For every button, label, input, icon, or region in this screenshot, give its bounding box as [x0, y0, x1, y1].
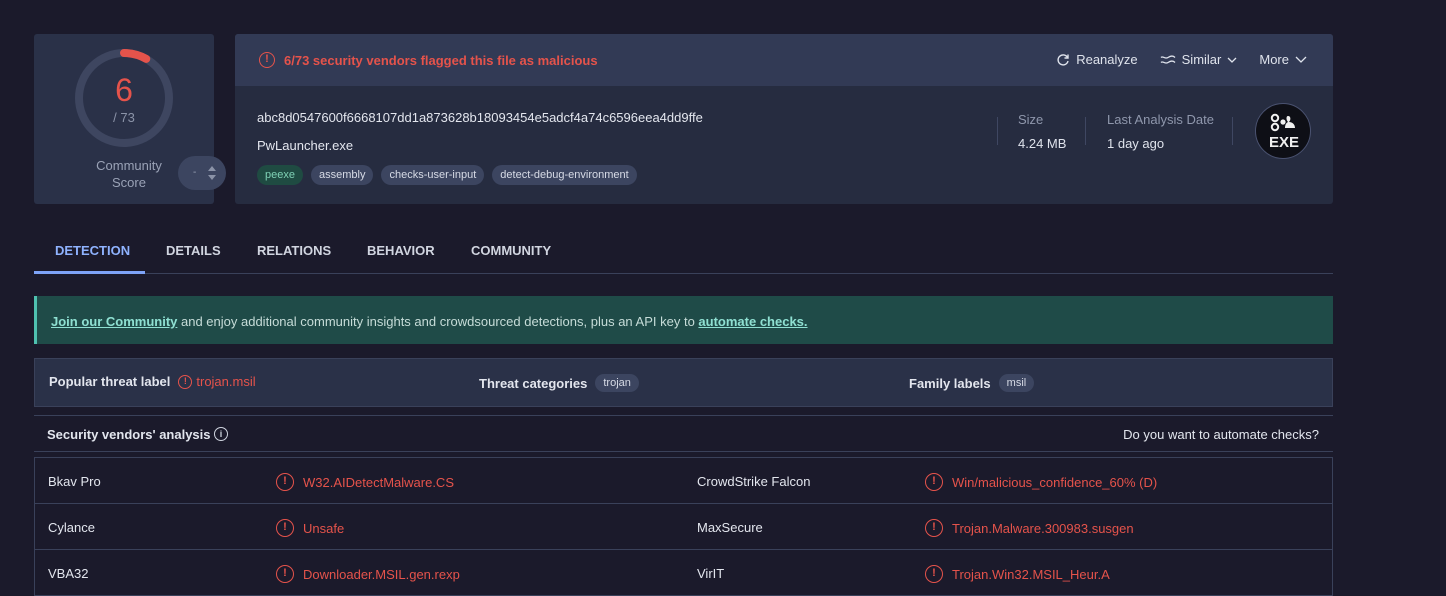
- community-score-label: Community Score: [96, 158, 162, 190]
- vendor-name: Cylance: [48, 520, 95, 535]
- exe-file-type-icon: EXE: [1255, 103, 1311, 159]
- vendor-name: Bkav Pro: [48, 474, 101, 489]
- file-hash[interactable]: abc8d0547600f6668107dd1a873628b18093454e…: [257, 110, 703, 125]
- detection-count: 6: [115, 72, 133, 108]
- similar-dropdown[interactable]: Similar: [1160, 52, 1238, 67]
- info-icon[interactable]: i: [214, 427, 228, 441]
- file-tags: peexe assembly checks-user-input detect-…: [257, 165, 637, 185]
- analysis-tabs: DETECTION DETAILS RELATIONS BEHAVIOR COM…: [34, 230, 1333, 274]
- vendor-result-text: Win/malicious_confidence_60% (D): [952, 474, 1158, 490]
- join-community-link[interactable]: Join our Community: [51, 314, 177, 329]
- vote-up-icon[interactable]: [208, 166, 216, 171]
- community-banner: Join our Community and enjoy additional …: [34, 296, 1333, 344]
- last-analysis-label: Last Analysis Date: [1107, 112, 1214, 127]
- alert-circle-icon: !: [925, 473, 943, 491]
- banner-text: and enjoy additional community insights …: [177, 314, 699, 329]
- tag-checks-user-input[interactable]: checks-user-input: [381, 165, 485, 185]
- table-row: VBA32 ! Downloader.MSIL.gen.rexp VirIT ! T…: [35, 550, 1332, 596]
- vendor-name: MaxSecure: [697, 520, 763, 535]
- community-score-stepper[interactable]: -: [178, 156, 226, 190]
- detection-total: / 73: [113, 110, 135, 125]
- chevron-down-icon: [1295, 56, 1307, 63]
- refresh-icon: [1057, 53, 1069, 66]
- tag-assembly[interactable]: assembly: [310, 165, 374, 185]
- alert-circle-icon: !: [925, 565, 943, 583]
- vendor-result-text: Unsafe: [303, 520, 345, 536]
- file-size-label: Size: [1018, 112, 1044, 127]
- tab-details[interactable]: DETAILS: [166, 243, 221, 258]
- vendor-result: ! Win/malicious_confidence_60% (D): [925, 473, 1157, 491]
- file-summary-header: ! 6/73 security vendors flagged this fil…: [235, 34, 1333, 86]
- vendor-result: ! W32.AIDetectMalware.CS: [276, 473, 454, 491]
- family-label-pill[interactable]: msil: [998, 374, 1035, 392]
- file-size: Size 4.24 MB: [1018, 112, 1066, 151]
- vendors-analysis-header: Security vendors' analysis i Do you want…: [34, 415, 1333, 452]
- alert-circle-icon: !: [259, 52, 275, 68]
- tab-relations[interactable]: RELATIONS: [257, 243, 331, 258]
- vendor-name: VirIT: [697, 566, 725, 581]
- vendor-name: CrowdStrike Falcon: [697, 474, 811, 489]
- vendor-result: ! Downloader.MSIL.gen.rexp: [276, 565, 460, 583]
- tab-community[interactable]: COMMUNITY: [471, 243, 551, 258]
- alert-circle-icon: !: [276, 473, 294, 491]
- vendor-result-text: Downloader.MSIL.gen.rexp: [303, 566, 460, 582]
- tab-detection[interactable]: DETECTION: [55, 243, 130, 258]
- file-summary-card: ! 6/73 security vendors flagged this fil…: [235, 34, 1333, 204]
- vote-down-icon[interactable]: [208, 175, 216, 180]
- vendor-result-text: Trojan.Win32.MSIL_Heur.A: [952, 566, 1110, 582]
- alert-circle-icon: !: [276, 565, 294, 583]
- popular-threat-label: Popular threat label ! trojan.msil: [49, 374, 256, 389]
- vendor-name: VBA32: [48, 566, 89, 581]
- last-analysis-date: Last Analysis Date 1 day ago: [1107, 112, 1214, 151]
- chevron-down-icon: [1227, 57, 1237, 63]
- exe-label: EXE: [1268, 134, 1299, 151]
- reanalyze-button[interactable]: Reanalyze: [1056, 52, 1138, 67]
- file-size-value: 4.24 MB: [1018, 136, 1067, 151]
- vendor-result: ! Trojan.Win32.MSIL_Heur.A: [925, 565, 1110, 583]
- threat-categories-key: Threat categories: [479, 375, 588, 391]
- popular-threat-key: Popular threat label: [49, 374, 171, 389]
- alert-circle-icon: !: [178, 374, 193, 389]
- file-name: PwLauncher.exe: [257, 138, 354, 153]
- popular-threat-value[interactable]: trojan.msil: [196, 374, 255, 389]
- threat-category-pill[interactable]: trojan: [595, 374, 639, 392]
- last-analysis-value: 1 day ago: [1107, 136, 1165, 151]
- vendor-result-text: W32.AIDetectMalware.CS: [303, 474, 454, 490]
- automate-checks-link[interactable]: automate checks.: [698, 314, 807, 329]
- active-tab-indicator: [34, 271, 145, 274]
- similar-label: Similar: [1181, 52, 1222, 67]
- vendor-result-text: Trojan.Malware.300983.susgen: [952, 520, 1134, 536]
- table-row: Cylance ! Unsafe MaxSecure ! Trojan.Malwar…: [35, 504, 1332, 550]
- divider: [1232, 117, 1233, 145]
- gear-icon: [1270, 113, 1295, 132]
- alert-circle-icon: !: [925, 519, 943, 537]
- tag-detect-debug-environment[interactable]: detect-debug-environment: [492, 165, 637, 185]
- vendors-analysis-title: Security vendors' analysis: [47, 427, 211, 442]
- detection-score-card: 6 / 73 Community Score -: [34, 34, 226, 204]
- divider: [1085, 117, 1086, 145]
- vendor-result: ! Trojan.Malware.300983.susgen: [925, 519, 1134, 537]
- automate-checks-prompt[interactable]: Do you want to automate checks?: [1123, 427, 1319, 442]
- tab-behavior[interactable]: BEHAVIOR: [367, 243, 435, 258]
- similar-icon: [1160, 54, 1176, 64]
- family-labels: Family labels msil: [909, 374, 1035, 392]
- threat-labels-bar: Popular threat label ! trojan.msil Threa…: [34, 358, 1333, 407]
- malicious-alert-text: 6/73 security vendors flagged this file …: [284, 53, 598, 68]
- alert-circle-icon: !: [276, 519, 294, 537]
- reanalyze-label: Reanalyze: [1076, 52, 1138, 67]
- divider: [997, 117, 998, 145]
- community-score-value: -: [193, 167, 197, 178]
- more-label: More: [1259, 52, 1289, 67]
- vendors-table: Bkav Pro ! W32.AIDetectMalware.CS CrowdSt…: [34, 457, 1333, 596]
- vendor-result: ! Unsafe: [276, 519, 344, 537]
- tag-peexe[interactable]: peexe: [257, 165, 303, 185]
- more-dropdown[interactable]: More: [1259, 52, 1307, 67]
- table-row: Bkav Pro ! W32.AIDetectMalware.CS CrowdSt…: [35, 458, 1332, 504]
- threat-categories: Threat categories trojan: [479, 374, 639, 392]
- family-labels-key: Family labels: [909, 375, 991, 391]
